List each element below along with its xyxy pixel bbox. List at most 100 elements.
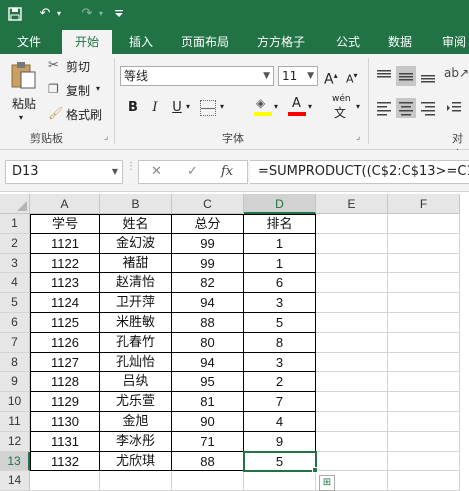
cell-b5[interactable]: 卫开萍 (100, 293, 172, 313)
cell-a11[interactable]: 1130 (30, 412, 100, 432)
enter-icon[interactable]: ✓ (187, 163, 198, 181)
format-painter-button[interactable]: 🖌 格式刷 (48, 106, 108, 124)
italic-button[interactable]: I (146, 98, 164, 118)
cell-b9[interactable]: 吕纨 (100, 372, 172, 393)
cell-d9[interactable]: 2 (244, 372, 316, 393)
font-color-dropdown-icon[interactable]: ▾ (308, 102, 312, 111)
cell-c12[interactable]: 71 (172, 431, 244, 452)
cell-e11[interactable] (316, 412, 388, 432)
undo-icon[interactable]: ↶ (34, 2, 56, 26)
cell-e10[interactable] (316, 392, 388, 412)
cell-d8[interactable]: 3 (244, 352, 316, 373)
cell-c5[interactable]: 94 (172, 293, 244, 313)
cell-b14[interactable] (100, 471, 172, 491)
redo-icon[interactable]: ↷ (76, 2, 98, 26)
decrease-font-button[interactable]: A▾ (346, 66, 366, 86)
cell-c6[interactable]: 88 (172, 313, 244, 333)
tab-home[interactable]: 开始 (62, 30, 112, 54)
cell-a12[interactable]: 1131 (30, 431, 100, 452)
cell-d10[interactable]: 7 (244, 392, 316, 412)
tab-insert[interactable]: 插入 (118, 30, 164, 54)
cell-d12[interactable]: 9 (244, 431, 316, 452)
cell-b2[interactable]: 金幻波 (100, 233, 172, 254)
column-header-e[interactable]: E (316, 194, 388, 214)
font-color-button[interactable]: A (288, 96, 306, 118)
cell-d7[interactable]: 8 (244, 332, 316, 353)
font-size-select[interactable]: 11 ▼ (278, 66, 318, 86)
align-center-button[interactable] (396, 98, 416, 118)
cell-e13[interactable] (316, 451, 388, 472)
cell-e1[interactable] (316, 214, 388, 234)
redo-dropdown-icon[interactable]: ▾ (96, 2, 106, 26)
row-header-6[interactable]: 6 (0, 313, 30, 333)
cell-d11[interactable]: 4 (244, 412, 316, 432)
cell-b7[interactable]: 孔春竹 (100, 332, 172, 353)
formula-input[interactable]: =SUMPRODUCT((C$2:C$13>=C13 (250, 160, 469, 184)
cell-f11[interactable] (388, 412, 460, 432)
cell-a14[interactable] (30, 471, 100, 491)
row-header-12[interactable]: 12 (0, 431, 30, 452)
cell-b11[interactable]: 金旭 (100, 412, 172, 432)
cell-f2[interactable] (388, 233, 460, 254)
cell-d2[interactable]: 1 (244, 233, 316, 254)
cell-c4[interactable]: 82 (172, 273, 244, 294)
border-button[interactable] (200, 100, 216, 116)
column-header-b[interactable]: B (100, 194, 172, 214)
cell-f10[interactable] (388, 392, 460, 412)
tab-fangfang-gezi[interactable]: 方方格子 (248, 30, 314, 54)
cell-e9[interactable] (316, 372, 388, 393)
row-header-5[interactable]: 5 (0, 293, 30, 313)
cell-e8[interactable] (316, 352, 388, 373)
customize-qat-icon[interactable] (112, 2, 126, 26)
copy-button[interactable]: ❐ 复制 ▾ (48, 82, 104, 100)
cell-f14[interactable] (388, 471, 460, 491)
column-header-d[interactable]: D (244, 194, 316, 214)
cell-a3[interactable]: 1122 (30, 253, 100, 274)
cell-d4[interactable]: 6 (244, 273, 316, 294)
cell-f3[interactable] (388, 253, 460, 274)
tab-file[interactable]: 文件 (6, 30, 52, 54)
name-box[interactable]: D13 ▼ (5, 160, 123, 184)
column-header-f[interactable]: F (388, 194, 460, 214)
underline-button[interactable]: U (168, 98, 186, 118)
row-header-8[interactable]: 8 (0, 352, 30, 373)
cell-d5[interactable]: 3 (244, 293, 316, 313)
cell-c9[interactable]: 95 (172, 372, 244, 393)
cell-a4[interactable]: 1123 (30, 273, 100, 294)
chevron-down-icon[interactable]: ▼ (112, 161, 118, 183)
font-launcher-icon[interactable]: ⌟ (356, 132, 360, 142)
cell-d3[interactable]: 1 (244, 253, 316, 274)
clipboard-launcher-icon[interactable]: ⌟ (104, 132, 108, 142)
cell-b6[interactable]: 米胜敏 (100, 313, 172, 333)
cell-f7[interactable] (388, 332, 460, 353)
cell-e5[interactable] (316, 293, 388, 313)
cell-c2[interactable]: 99 (172, 233, 244, 254)
cell-a7[interactable]: 1126 (30, 332, 100, 353)
paste-dropdown-icon[interactable]: ▾ (19, 110, 23, 126)
save-icon[interactable] (4, 2, 26, 26)
align-middle-button[interactable] (396, 66, 416, 86)
cell-e3[interactable] (316, 253, 388, 274)
row-header-2[interactable]: 2 (0, 233, 30, 254)
increase-font-button[interactable]: A▴ (324, 66, 344, 88)
cell-e7[interactable] (316, 332, 388, 353)
row-header-11[interactable]: 11 (0, 412, 30, 432)
cell-a6[interactable]: 1125 (30, 313, 100, 333)
cell-b1[interactable]: 姓名 (100, 214, 172, 234)
cell-c3[interactable]: 99 (172, 253, 244, 274)
cell-c8[interactable]: 94 (172, 352, 244, 373)
font-name-select[interactable]: 等线 ▼ (120, 66, 274, 86)
cell-a8[interactable]: 1127 (30, 352, 100, 373)
cell-d14[interactable] (244, 471, 316, 491)
fill-handle[interactable] (312, 467, 318, 474)
column-header-a[interactable]: A (30, 194, 100, 214)
undo-dropdown-icon[interactable]: ▾ (54, 2, 64, 26)
tab-review[interactable]: 审阅 (432, 30, 469, 54)
row-header-4[interactable]: 4 (0, 273, 30, 294)
cell-b8[interactable]: 孔灿怡 (100, 352, 172, 373)
cell-b13[interactable]: 尤欣琪 (100, 451, 172, 472)
tab-formulas[interactable]: 公式 (326, 30, 370, 54)
autofill-options-icon[interactable]: ⊞ (319, 475, 335, 491)
indent-button[interactable] (444, 98, 464, 118)
cell-a9[interactable]: 1128 (30, 372, 100, 393)
